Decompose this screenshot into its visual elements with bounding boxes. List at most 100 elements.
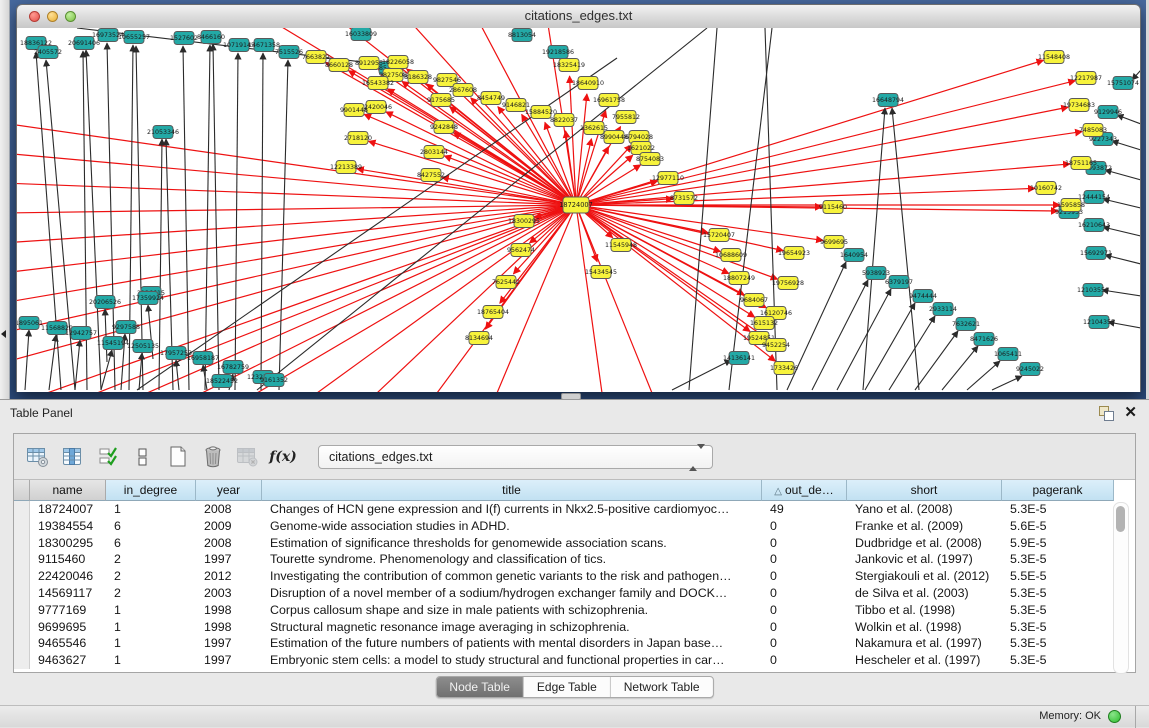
graph-node[interactable]: 10688609 xyxy=(715,249,747,262)
graph-node[interactable]: 8454749 xyxy=(477,92,505,105)
table-row[interactable]: 1456911722003Disruption of a novel membe… xyxy=(14,585,1135,602)
graph-node[interactable]: 2867608 xyxy=(449,84,477,97)
graph-node[interactable]: 12505135 xyxy=(127,340,159,353)
graph-node[interactable]: 8471626 xyxy=(970,333,998,346)
network-svg[interactable]: 1883612224055722069140616973524106552571… xyxy=(17,28,1140,392)
table-row[interactable]: 1872400712008Changes of HCN gene express… xyxy=(14,501,1135,518)
table-row[interactable]: 911546021997Tourette syndrome. Phenomeno… xyxy=(14,551,1135,568)
table-row[interactable]: 946362711997Embryonic stem cells: a mode… xyxy=(14,652,1135,669)
graph-node[interactable]: 9684067 xyxy=(740,294,768,307)
graph-node[interactable]: 7955812 xyxy=(612,111,640,124)
graph-node[interactable]: 8912955 xyxy=(355,57,383,70)
graph-node[interactable]: 18724007 xyxy=(559,197,593,213)
graph-node[interactable]: 20206526 xyxy=(89,296,121,309)
graph-node[interactable]: 11548408 xyxy=(1038,51,1070,64)
graph-node[interactable]: 12217987 xyxy=(1070,72,1102,85)
graph-node[interactable]: 5938923 xyxy=(862,267,890,280)
tab-edge-table[interactable]: Edge Table xyxy=(524,677,611,697)
table-scrollbar[interactable] xyxy=(1113,502,1129,674)
graph-node[interactable]: 7632621 xyxy=(952,318,980,331)
table-row[interactable]: 977716911998Corpus callosum shape and si… xyxy=(14,602,1135,619)
graph-node[interactable]: 10160742 xyxy=(1030,182,1062,195)
sidebar-collapse-strip[interactable] xyxy=(0,0,10,399)
graph-node[interactable]: 6379197 xyxy=(885,276,913,289)
window-titlebar[interactable]: citations_edges.txt xyxy=(17,5,1140,29)
table-row[interactable]: 2242004622012Investigating the contribut… xyxy=(14,568,1135,585)
graph-node[interactable]: 9901448 xyxy=(340,104,368,117)
graph-node[interactable]: 16210643 xyxy=(1078,219,1110,232)
graph-node[interactable]: 18765404 xyxy=(477,306,509,319)
table-row[interactable]: 1830029562008Estimation of significance … xyxy=(14,535,1135,552)
graph-node[interactable]: 8134694 xyxy=(465,332,493,345)
graph-node[interactable]: 21053346 xyxy=(147,126,179,139)
graph-node[interactable]: 8660128 xyxy=(325,59,353,72)
graph-node[interactable]: 9452254 xyxy=(762,339,790,352)
graph-node[interactable]: 2405572 xyxy=(34,46,62,59)
graph-node[interactable]: 8990448 xyxy=(600,131,628,144)
graph-node[interactable]: 15692971 xyxy=(1080,247,1112,260)
collapse-arrow-icon[interactable] xyxy=(1,330,6,338)
delete-table-icon[interactable] xyxy=(199,444,227,470)
graph-node[interactable]: 19734683 xyxy=(1063,99,1095,112)
table-row[interactable]: 969969511998Structural magnetic resonanc… xyxy=(14,619,1135,636)
table-select-dropdown[interactable]: citations_edges.txt xyxy=(318,445,713,469)
graph-node[interactable]: 8822037 xyxy=(550,114,578,127)
graph-node[interactable]: 1895061 xyxy=(17,317,43,330)
tab-node-table[interactable]: Node Table xyxy=(436,677,524,697)
graph-node[interactable]: 9474444 xyxy=(909,290,937,303)
graph-node[interactable]: 18325419 xyxy=(553,59,585,72)
graph-node[interactable]: 7625442 xyxy=(492,276,520,289)
graph-node[interactable]: 9245022 xyxy=(1016,363,1044,376)
graph-node[interactable]: 19218586 xyxy=(542,46,574,59)
close-panel-icon[interactable]: ✕ xyxy=(1124,403,1137,421)
float-panel-icon[interactable] xyxy=(1099,406,1113,419)
column-chooser-icon[interactable] xyxy=(59,444,87,470)
column-header-in_degree[interactable]: in_degree xyxy=(106,480,196,501)
select-columns-icon[interactable] xyxy=(94,444,122,470)
graph-node[interactable]: 8813054 xyxy=(508,29,536,42)
graph-node[interactable]: 2933114 xyxy=(929,303,957,316)
column-header-year[interactable]: year xyxy=(196,480,262,501)
graph-node[interactable]: 8466160 xyxy=(197,31,225,44)
scrollbar-thumb[interactable] xyxy=(1116,506,1125,532)
graph-node[interactable]: 1640954 xyxy=(840,249,868,262)
graph-node[interactable]: 14136141 xyxy=(723,352,755,365)
graph-node[interactable]: 1065411 xyxy=(994,348,1022,361)
graph-node[interactable]: 9175685 xyxy=(427,94,455,107)
graph-node[interactable]: 9129946 xyxy=(1094,106,1122,119)
graph-node[interactable]: 8427552 xyxy=(417,169,445,182)
graph-node[interactable]: 7515526 xyxy=(275,46,303,59)
graph-node[interactable]: 15434545 xyxy=(585,266,617,279)
column-header-short[interactable]: short xyxy=(847,480,1002,501)
graph-node[interactable]: 9562474 xyxy=(507,244,535,257)
graph-node[interactable]: 12103550 xyxy=(1077,284,1109,297)
column-header-pagerank[interactable]: pagerank xyxy=(1002,480,1114,501)
network-canvas[interactable]: 1883612224055722069140616973524106552571… xyxy=(17,28,1140,392)
graph-node[interactable]: 18640910 xyxy=(572,77,604,90)
graph-node[interactable]: 16033809 xyxy=(345,28,377,41)
graph-node[interactable]: 1733426 xyxy=(770,362,798,375)
column-header-out_de[interactable]: △out_de… xyxy=(762,480,847,501)
table-row[interactable]: 946554611997Estimation of the future num… xyxy=(14,635,1135,652)
column-header-name[interactable]: name xyxy=(30,480,106,501)
graph-node[interactable]: 1527602 xyxy=(170,32,198,45)
table-settings-icon[interactable] xyxy=(24,444,52,470)
column-header-title[interactable]: title xyxy=(262,480,762,501)
graph-node[interactable]: 9115460 xyxy=(819,201,847,214)
function-builder-icon[interactable]: f(x) xyxy=(269,444,297,470)
graph-node[interactable]: 12213389 xyxy=(330,161,362,174)
graph-node[interactable]: 12104355 xyxy=(1083,316,1115,329)
graph-node[interactable]: 15751074 xyxy=(1107,77,1139,90)
graph-node[interactable]: 8731572 xyxy=(670,192,698,205)
new-file-icon[interactable] xyxy=(164,444,192,470)
graph-node[interactable]: 7485083 xyxy=(1079,124,1107,137)
graph-node[interactable]: 2803144 xyxy=(420,146,448,159)
graph-node[interactable]: 16961758 xyxy=(593,94,625,107)
graph-node[interactable]: 2718120 xyxy=(344,132,372,145)
graph-node[interactable]: 9161352 xyxy=(260,374,288,387)
graph-node[interactable]: 1595858 xyxy=(1057,199,1085,212)
graph-node[interactable]: 19654923 xyxy=(778,247,810,260)
graph-node[interactable]: 8754083 xyxy=(636,153,664,166)
graph-node[interactable]: 9699695 xyxy=(820,236,848,249)
graph-node[interactable]: 18522452 xyxy=(206,375,238,388)
